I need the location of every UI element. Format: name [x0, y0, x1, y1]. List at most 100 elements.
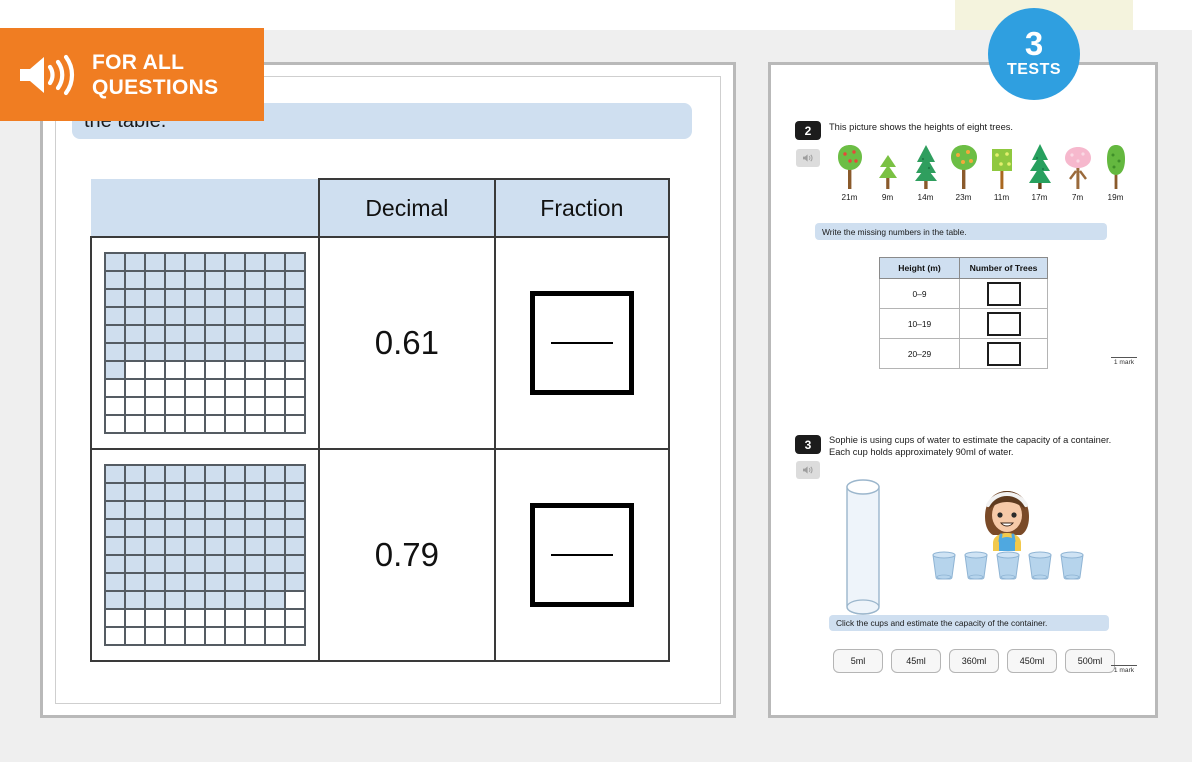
question-2-sub-instruction: Write the missing numbers in the table. [815, 223, 1107, 240]
answer-box[interactable] [986, 281, 1021, 306]
cup-item[interactable] [931, 551, 957, 586]
audio-play-button-q3[interactable] [796, 461, 820, 479]
hundred-grid-61 [104, 252, 306, 434]
grid-cell [225, 271, 245, 289]
grid-cell [205, 361, 225, 379]
table-header-row: Height (m) Number of Trees [879, 257, 1048, 279]
grid-cell [285, 483, 305, 501]
grid-cell [245, 289, 265, 307]
grid-cell [145, 519, 165, 537]
cup-item[interactable] [963, 551, 989, 586]
fraction-answer-box-1[interactable] [529, 291, 634, 395]
grid-cell [285, 415, 305, 433]
grid-cell [225, 519, 245, 537]
audio-play-button-q2[interactable] [796, 149, 820, 167]
grid-cell [205, 379, 225, 397]
capacity-option-0[interactable]: 5ml [833, 649, 883, 673]
grid-cell [225, 289, 245, 307]
girl-avatar [971, 479, 1043, 556]
speaker-icon [803, 466, 813, 474]
grid-cell [205, 519, 225, 537]
grid-cell [125, 537, 145, 555]
grid-cell [205, 271, 225, 289]
grid-cell [125, 519, 145, 537]
table-row: 0–9 [879, 278, 1048, 309]
height-range-10-19: 10–19 [879, 308, 960, 339]
grid-cell [125, 289, 145, 307]
grid-cell [145, 573, 165, 591]
right-worksheet-card: 2 This picture shows the heights of eigh… [768, 62, 1158, 718]
cup-item[interactable] [1027, 551, 1053, 586]
grid-cell [205, 501, 225, 519]
grid-cell [245, 591, 265, 609]
grid-cell [265, 591, 285, 609]
tree-item: 21m [833, 143, 866, 202]
grid-cell [285, 307, 305, 325]
grid-cell [105, 271, 125, 289]
decimal-value-2: 0.79 [318, 448, 496, 662]
grid-cell [145, 289, 165, 307]
question-number-3: 3 [795, 435, 821, 454]
grid-cell [245, 519, 265, 537]
tree-height-label: 11m [993, 193, 1010, 202]
table-row: 0.79 [90, 448, 671, 662]
grid-cell [285, 573, 305, 591]
cup-icon [1028, 551, 1052, 580]
grid-cell [105, 519, 125, 537]
capacity-option-4[interactable]: 500ml [1065, 649, 1115, 673]
grid-cell [145, 591, 165, 609]
grid-cell [225, 627, 245, 645]
fraction-bar-icon [550, 554, 613, 556]
grid-cell [125, 343, 145, 361]
grid-cell [105, 465, 125, 483]
grid-cell [145, 555, 165, 573]
grid-cell [265, 289, 285, 307]
grid-cell [205, 465, 225, 483]
grid-cell [105, 343, 125, 361]
grid-cell [245, 609, 265, 627]
capacity-option-3[interactable]: 450ml [1007, 649, 1057, 673]
grid-cell [245, 307, 265, 325]
grid-cell [225, 379, 245, 397]
capacity-option-1[interactable]: 45ml [891, 649, 941, 673]
grid-cell [165, 573, 185, 591]
tree-height-label: 21m [841, 193, 858, 202]
capacity-option-2[interactable]: 360ml [949, 649, 999, 673]
grid-cell [285, 397, 305, 415]
fraction-answer-box-2[interactable] [529, 503, 634, 607]
tree-icon [833, 143, 866, 189]
grid-cell [245, 271, 265, 289]
grid-cell [105, 307, 125, 325]
tests-count-label: TESTS [1006, 61, 1062, 78]
cup-item[interactable] [1059, 551, 1085, 586]
grid-cell [265, 415, 285, 433]
answer-box[interactable] [986, 341, 1021, 366]
grid-cell [185, 501, 205, 519]
grid-cell [165, 307, 185, 325]
answer-box[interactable] [986, 311, 1021, 336]
grid-cell [185, 253, 205, 271]
grid-cell [165, 609, 185, 627]
grid-cell [225, 307, 245, 325]
grid-cell [265, 573, 285, 591]
decimal-fraction-table: Decimal Fraction 0.61 0.79 [90, 178, 671, 662]
grid-cell [125, 465, 145, 483]
grid-cell [185, 325, 205, 343]
cup-item[interactable] [995, 551, 1021, 586]
tree-height-table: Height (m) Number of Trees 0–9 10–19 20–… [879, 257, 1048, 369]
grid-cell [245, 555, 265, 573]
grid-cell [185, 591, 205, 609]
grid-cell [105, 627, 125, 645]
grid-cell [205, 325, 225, 343]
grid-cell [165, 271, 185, 289]
hundred-grid-cell-1 [90, 236, 320, 450]
avatar-icon [985, 491, 1029, 551]
height-range-20-29: 20–29 [879, 338, 960, 369]
grid-cell [125, 609, 145, 627]
grid-cell [225, 537, 245, 555]
grid-cell [265, 343, 285, 361]
grid-cell [245, 415, 265, 433]
cup-icon [1060, 551, 1084, 580]
grid-cell [265, 537, 285, 555]
for-all-questions-badge[interactable]: FOR ALL QUESTIONS [0, 28, 264, 121]
